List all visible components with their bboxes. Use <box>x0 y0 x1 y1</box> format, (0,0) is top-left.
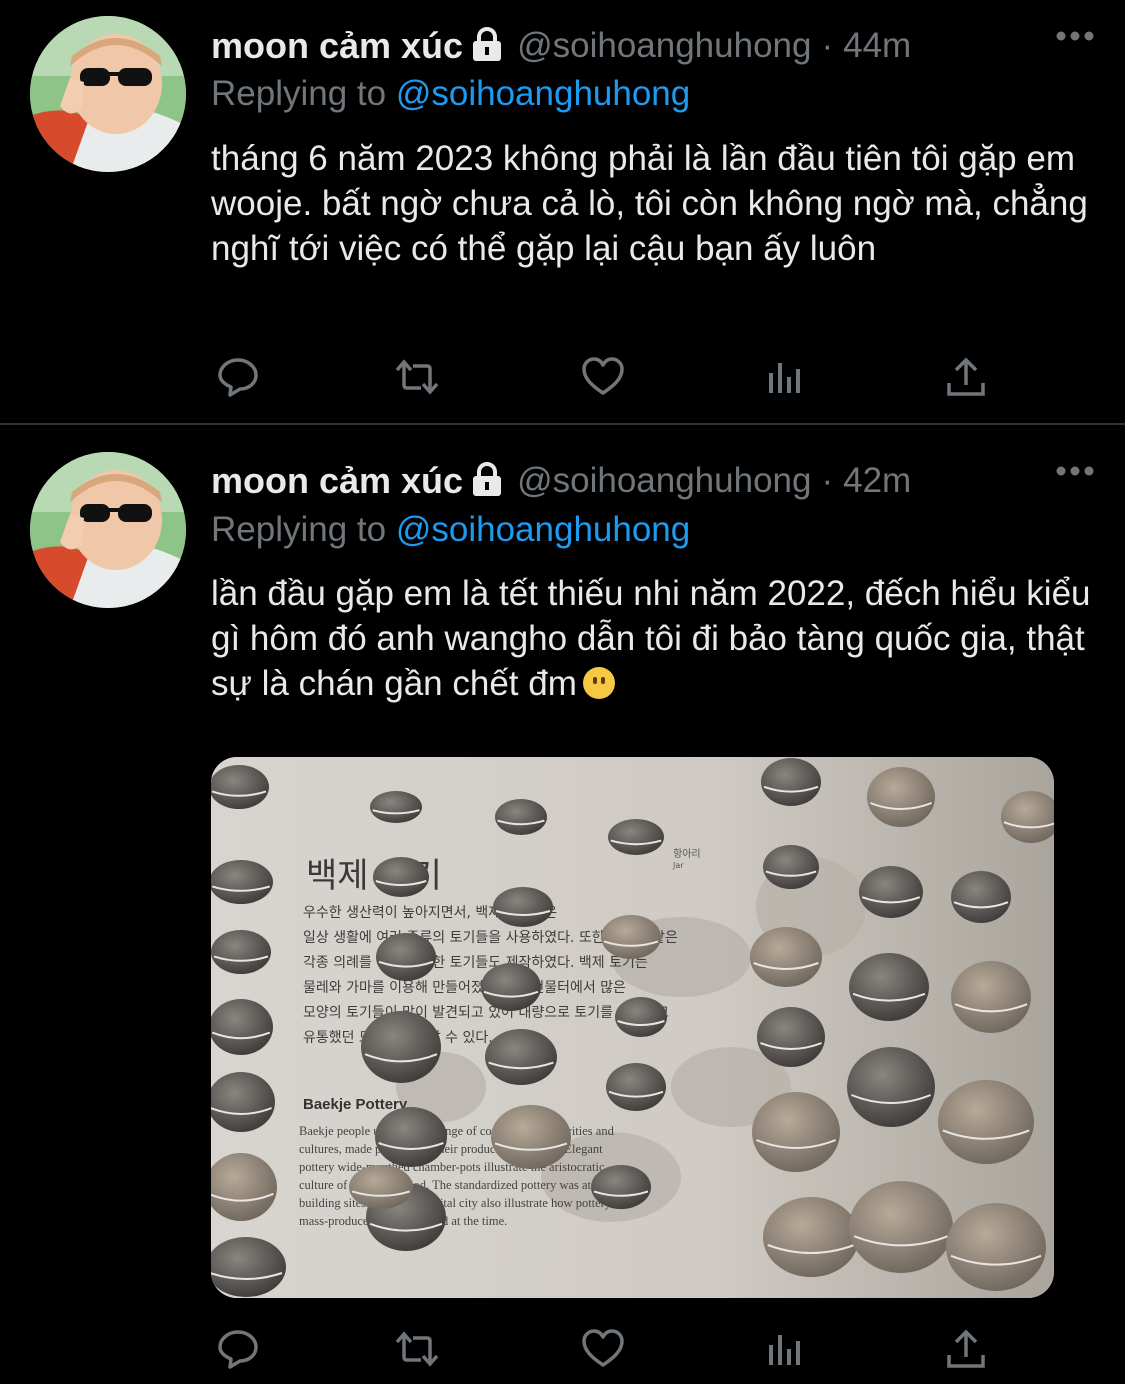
more-icon[interactable] <box>1055 29 1095 48</box>
replying-to-label: Replying to <box>211 510 387 549</box>
pottery-jar <box>211 999 273 1055</box>
pottery-jar <box>761 758 821 806</box>
photo-ko-line: 모양의 토기들이 많이 발견되고 있어 대량으로 토기를 생산하고 <box>303 1005 669 1021</box>
tweet-text-content: lần đầu gặp em là tết thiếu nhi năm 2022… <box>211 574 1091 703</box>
pottery-jar <box>849 1181 953 1273</box>
pottery-jar <box>376 933 436 981</box>
reply-icon <box>218 1330 258 1369</box>
retweet-button[interactable] <box>390 1324 444 1374</box>
avatar-image <box>30 452 186 608</box>
pottery-jar <box>375 1107 447 1167</box>
pottery-jar <box>481 963 541 1011</box>
like-icon <box>582 1329 624 1367</box>
pottery-jar <box>591 1165 651 1209</box>
replying-to-label: Replying to <box>211 74 387 113</box>
photo-ko-line: 물레와 가마를 이용해 만들어졌으며 내 건물터에서 많은 <box>303 980 626 996</box>
replying-to: Replying to @soihoanghuhong <box>211 510 690 550</box>
reply-button[interactable] <box>211 1324 265 1374</box>
pottery-jar <box>951 871 1011 923</box>
pottery-jar <box>211 930 271 974</box>
share-icon <box>947 1329 985 1368</box>
retweet-icon <box>395 359 439 395</box>
pottery-jar <box>361 1011 441 1083</box>
share-button[interactable] <box>939 1324 993 1374</box>
pottery-jar <box>211 765 269 809</box>
pottery-jar <box>757 1007 825 1067</box>
pottery-jar <box>495 799 547 835</box>
avatar-image <box>30 16 186 172</box>
reply-mention-link[interactable]: @soihoanghuhong <box>396 74 690 113</box>
slightly-smiling-face-icon <box>582 667 615 699</box>
like-button[interactable] <box>576 1324 630 1374</box>
reply-icon <box>218 358 258 397</box>
photo-en-line: culture of the Sabi period. The standard… <box>299 1178 610 1192</box>
pottery-jar <box>951 961 1031 1033</box>
pottery-jar <box>946 1203 1046 1291</box>
tweet-header: moon cảm xúc @soihoanghuhong · 42m <box>211 456 1095 506</box>
pottery-jar <box>849 953 929 1021</box>
pottery-jar <box>763 845 819 889</box>
pottery-jar <box>615 997 667 1037</box>
like-button[interactable] <box>576 352 630 402</box>
tweet-text: lần đầu gặp em là tết thiếu nhi năm 2022… <box>211 571 1091 706</box>
pottery-jar <box>752 1092 840 1172</box>
more-icon[interactable] <box>1055 464 1095 483</box>
pottery-jar <box>867 767 935 827</box>
pottery-jar <box>608 819 664 855</box>
pottery-jar <box>847 1047 935 1127</box>
share-button[interactable] <box>939 352 993 402</box>
reply-mention-link[interactable]: @soihoanghuhong <box>396 510 690 549</box>
separator-dot: · <box>821 461 834 500</box>
like-icon <box>582 357 624 395</box>
avatar[interactable] <box>30 16 186 172</box>
user-handle[interactable]: @soihoanghuhong <box>517 26 811 66</box>
tweet[interactable]: moon cảm xúc @soihoanghuhong · 44m Reply… <box>0 0 1125 425</box>
display-name[interactable]: moon cảm xúc <box>211 460 463 502</box>
pottery-jar <box>606 1063 666 1111</box>
photo-en-line: pottery wide-mouthed chamber-pots illust… <box>299 1160 605 1174</box>
pottery-jar <box>370 791 422 823</box>
photo-ko-line: 각종 의례를 위한 특수한 토기들도 제작하였다. 백제 토기는 <box>303 955 648 971</box>
timestamp[interactable]: 44m <box>843 26 911 66</box>
timestamp[interactable]: 42m <box>843 461 911 501</box>
pottery-jar <box>491 1105 571 1169</box>
pottery-jar <box>859 866 923 918</box>
tweet-photo[interactable]: 백제 토기 항아리 Jar 우수한 생산력이 높아지면서, 백제 사람들은일상 … <box>211 757 1054 1298</box>
photo-label-en: Jar <box>672 861 684 870</box>
pottery-jar <box>938 1080 1034 1164</box>
pottery-jar <box>493 887 553 927</box>
pottery-jar <box>485 1029 557 1085</box>
photo-label-ko: 항아리 <box>673 848 701 860</box>
tweet-header: moon cảm xúc @soihoanghuhong · 44m <box>211 21 1095 71</box>
separator-dot: · <box>821 26 834 65</box>
display-name[interactable]: moon cảm xúc <box>211 25 463 67</box>
pottery-jar <box>373 857 429 897</box>
pottery-jar <box>349 1165 413 1209</box>
analytics-button[interactable] <box>758 1324 812 1374</box>
lock-icon <box>471 26 503 66</box>
pottery-jar <box>211 860 273 904</box>
lock-icon <box>471 461 503 501</box>
museum-pottery-photo: 백제 토기 항아리 Jar 우수한 생산력이 높아지면서, 백제 사람들은일상 … <box>211 757 1054 1298</box>
action-bar <box>211 1324 1011 1374</box>
retweet-icon <box>395 1331 439 1367</box>
replying-to: Replying to @soihoanghuhong <box>211 74 690 114</box>
pottery-jar <box>750 927 822 987</box>
tweet-text: tháng 6 năm 2023 không phải là lần đầu t… <box>211 139 1088 268</box>
analytics-icon <box>769 1335 800 1365</box>
photo-en-line: building sites within the capital city a… <box>299 1196 634 1210</box>
pottery-jar <box>601 915 661 959</box>
analytics-button[interactable] <box>758 352 812 402</box>
avatar[interactable] <box>30 452 186 608</box>
photo-title-en: Baekje Pottery <box>303 1096 408 1113</box>
analytics-icon <box>769 363 800 393</box>
retweet-button[interactable] <box>390 352 444 402</box>
action-bar <box>211 352 1011 402</box>
share-icon <box>947 357 985 396</box>
reply-button[interactable] <box>211 352 265 402</box>
pottery-jar <box>763 1197 859 1277</box>
user-handle[interactable]: @soihoanghuhong <box>517 461 811 501</box>
tweet[interactable]: moon cảm xúc @soihoanghuhong · 42m Reply… <box>0 425 1125 1384</box>
